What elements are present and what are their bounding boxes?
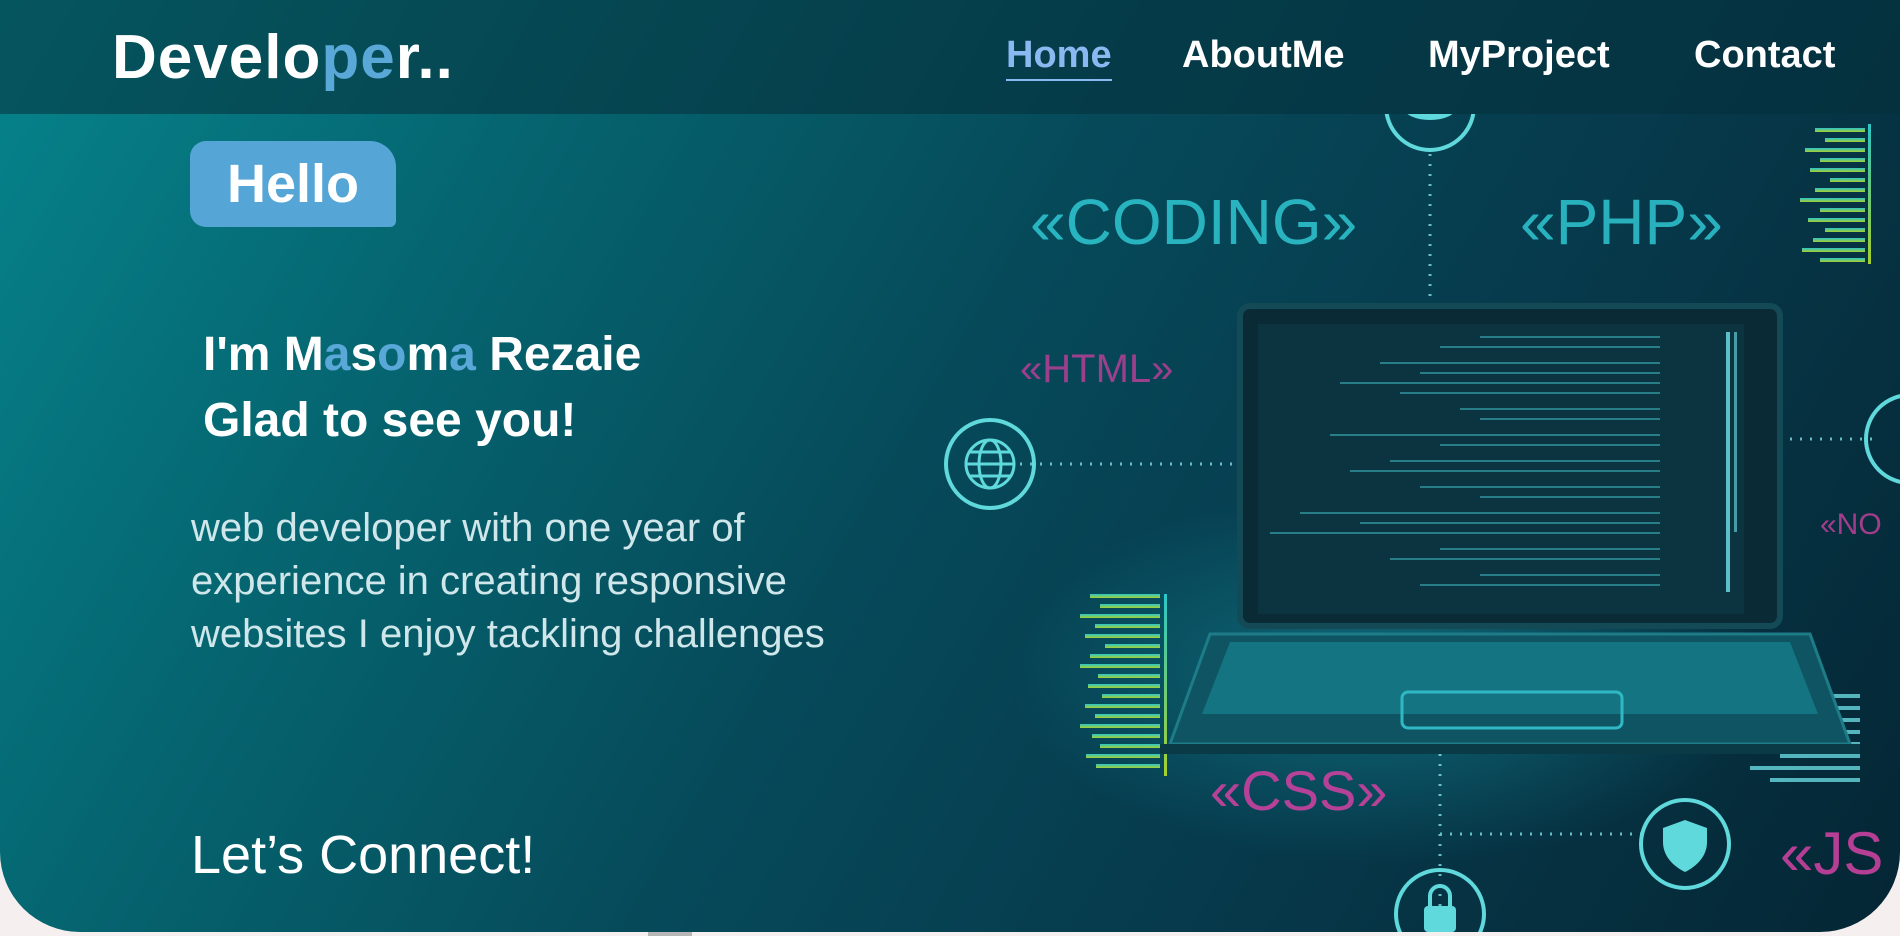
intro-highlight-letter: a	[449, 328, 476, 381]
page-edge	[0, 932, 370, 936]
intro-heading: I'm Masoma Rezaie Glad to see you!	[203, 322, 641, 454]
intro-text: I'm M	[203, 328, 324, 381]
php-label: «PHP»	[1520, 186, 1723, 258]
hero-section: Developer.. Home AboutMe MyProject Conta…	[0, 0, 1900, 932]
code-bars-right	[1800, 124, 1871, 264]
json-label: «NO	[1820, 508, 1882, 541]
brand-logo[interactable]: Developer..	[112, 22, 454, 93]
nav-home[interactable]: Home	[1006, 34, 1112, 81]
intro-highlight-letter: o	[377, 328, 407, 381]
css-label: «CSS»	[1210, 759, 1387, 822]
nav-myproject[interactable]: MyProject	[1428, 34, 1610, 77]
lets-connect-text: Let’s Connect!	[191, 825, 536, 885]
intro-text: Rezaie	[475, 328, 642, 381]
intro-highlight-letter: a	[323, 328, 351, 381]
intro-line-1: I'm Masoma Rezaie	[203, 322, 641, 388]
js-label: «JS	[1780, 820, 1883, 887]
coding-illustration: «CODING» «PHP» «HTML» «CSS» «NO «JS	[944, 114, 1900, 932]
hero-description: web developer with one year of experienc…	[191, 506, 825, 656]
laptop-illustration	[1160, 303, 1860, 754]
cloud-icon	[1407, 114, 1453, 120]
nav-aboutme[interactable]: AboutMe	[1182, 34, 1345, 77]
hello-badge: Hello	[190, 141, 396, 227]
horizontal-scrollbar-thumb[interactable]	[648, 932, 692, 936]
coding-label: «CODING»	[1030, 186, 1357, 258]
shield-icon	[1663, 820, 1707, 872]
intro-text: m	[406, 328, 450, 381]
nav-contact[interactable]: Contact	[1694, 34, 1835, 77]
globe-icon	[964, 438, 1016, 490]
html-label: «HTML»	[1020, 347, 1173, 391]
intro-text: s	[350, 328, 378, 381]
navbar: Developer.. Home AboutMe MyProject Conta…	[0, 0, 1900, 114]
brand-text-highlight: pe	[321, 23, 396, 92]
brand-text-part1: Develo	[112, 23, 322, 92]
intro-line-2: Glad to see you!	[203, 394, 577, 447]
brand-text-part3: r..	[395, 23, 454, 92]
lock-icon	[1424, 884, 1456, 932]
